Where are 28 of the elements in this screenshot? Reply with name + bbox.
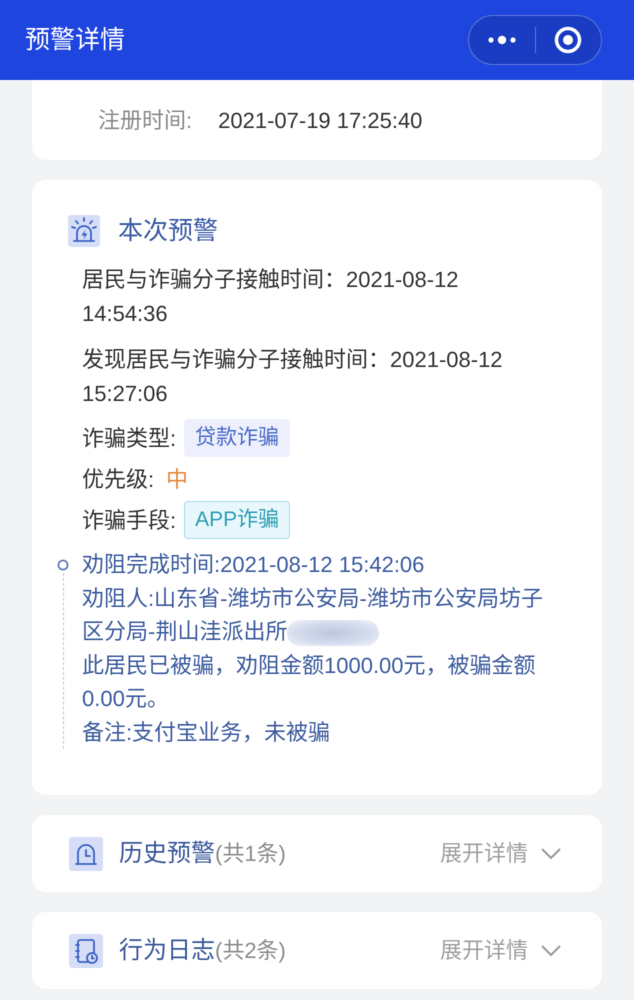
field-label: 诈骗手段: xyxy=(82,506,176,534)
detail-text: 发现居民与诈骗分子接触时间：2021-08-12 15:27:06 xyxy=(82,346,504,408)
field-label: 优先级: xyxy=(82,466,154,494)
expand-details-button[interactable]: 展开详情 xyxy=(440,934,562,967)
priority-value: 中 xyxy=(166,466,188,494)
method-tag: APP诈骗 xyxy=(184,501,290,539)
siren-icon xyxy=(68,215,100,247)
category-tag: 贷款诈骗 xyxy=(184,419,290,457)
detail-text: 备注:支付宝业务，未被骗 xyxy=(82,720,330,744)
timeline-dot-icon xyxy=(57,559,69,571)
section-title: 历史预警 xyxy=(119,838,215,868)
more-icon xyxy=(488,35,516,45)
field-value: 2021-07-19 17:25:40 xyxy=(218,106,422,134)
detail-text: 居民与诈骗分子接触时间：2021-08-12 14:54:36 xyxy=(82,266,460,328)
section-title: 行为日志 xyxy=(119,936,215,966)
page-title: 预警详情 xyxy=(25,25,125,55)
detail-text: 此居民已被骗，劝阻金额1000.00元，被骗金额0.00元。 xyxy=(82,652,536,711)
detail-text: 劝阻完成时间:2021-08-12 15:42:06 xyxy=(82,552,424,577)
field-label: 诈骗类型: xyxy=(82,424,176,452)
circle-dot-icon xyxy=(554,26,582,54)
detail-text: 劝阻人:山东省-潍坊市公安局-潍坊市公安局坊子区分局-荆山洼派出所 xyxy=(82,586,543,644)
item-count: (共2条) xyxy=(215,937,286,965)
section-title: 本次预警 xyxy=(118,216,218,247)
notebook-clock-icon xyxy=(69,934,103,968)
field-label: 注册时间: xyxy=(98,106,192,134)
expand-details-button[interactable]: 展开详情 xyxy=(440,837,562,870)
clock-dome-icon xyxy=(69,836,103,870)
item-count: (共1条) xyxy=(215,840,286,868)
